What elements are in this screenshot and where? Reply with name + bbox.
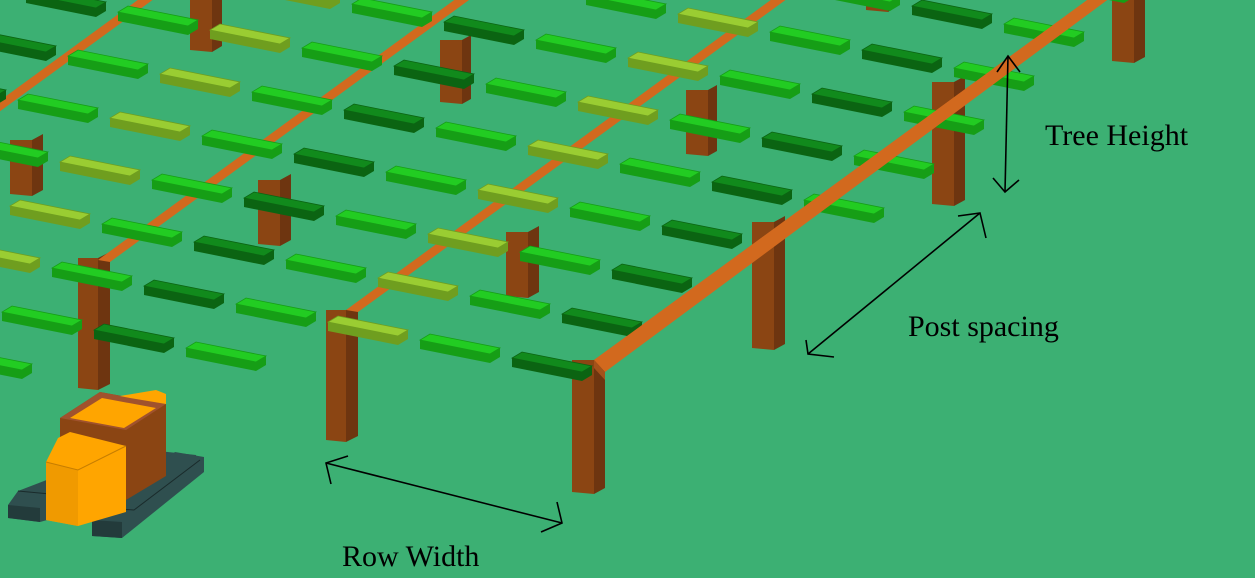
tree-height-label: Tree Height xyxy=(1045,119,1189,152)
post xyxy=(1112,0,1145,63)
post-spacing-label: Post spacing xyxy=(908,310,1059,343)
vehicle-cab xyxy=(45,432,127,526)
orchard-trellis-diagram: Tree Height Post spacing Row Width xyxy=(0,0,1255,578)
row-width-label: Row Width xyxy=(342,540,479,573)
